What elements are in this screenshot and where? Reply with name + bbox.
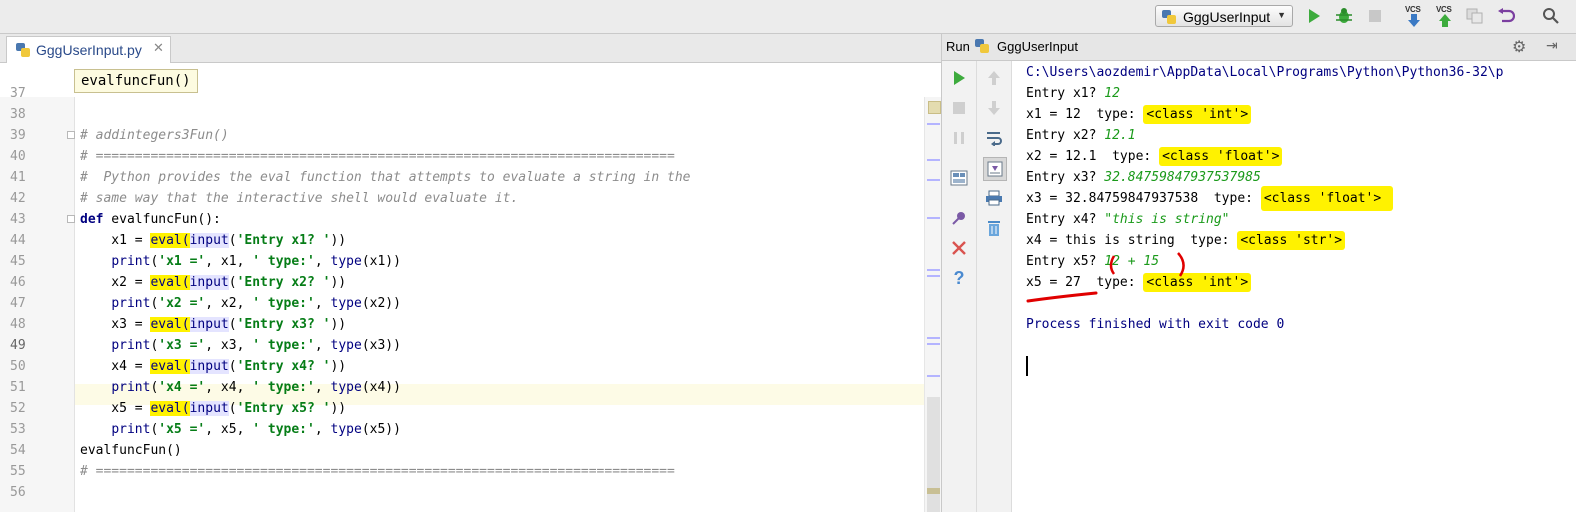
code-line-47: x3 = eval(input('Entry x3? ')) (80, 317, 347, 332)
scrollbar-thumb[interactable] (927, 397, 940, 512)
python-icon (1161, 9, 1177, 28)
vcs-label: VCS (1436, 5, 1452, 14)
annotation-open-bracket (1109, 255, 1116, 275)
python-icon (974, 38, 990, 57)
stop-icon[interactable] (948, 97, 970, 119)
code-line-46: print('x2 =', x2, ' type:', type(x2)) (111, 296, 401, 311)
compare-icon[interactable] (1464, 5, 1486, 27)
code-line-40: # Python provides the eval function that… (80, 170, 691, 185)
code-line-39: # ======================================… (80, 149, 675, 164)
main-toolbar: GggUserInput ▼ VCS VCS (0, 0, 1576, 34)
pin-tab-icon[interactable] (948, 207, 970, 229)
code-line-41: # same way that the interactive shell wo… (80, 191, 519, 206)
code-line-52: print('x5 =', x5, ' type:', type(x5)) (111, 422, 401, 437)
soft-wrap-icon[interactable] (983, 127, 1005, 149)
usage-marker[interactable] (927, 179, 940, 181)
layout-icon[interactable] (948, 167, 970, 189)
usage-marker[interactable] (927, 123, 940, 125)
help-icon[interactable]: ? (948, 267, 970, 289)
run-header: Run GggUserInput ⚙ ⇥ (942, 34, 1576, 61)
code-line-42: def evalfuncFun(): (80, 212, 221, 227)
run-configuration-select[interactable]: GggUserInput ▼ (1155, 5, 1293, 27)
usage-marker[interactable] (927, 217, 940, 219)
usage-marker[interactable] (927, 269, 940, 271)
run-actions-right (977, 61, 1012, 512)
code-area[interactable]: # addintegers3Fun() # ==================… (0, 34, 925, 512)
pause-icon[interactable] (948, 127, 970, 149)
console-output[interactable]: C:\Users\aozdemir\AppData\Local\Programs… (1026, 61, 1576, 512)
editor-scroll-markers[interactable] (924, 97, 942, 512)
print-icon[interactable] (983, 187, 1005, 209)
code-line-53: evalfuncFun() (80, 443, 182, 458)
red-annotation-marks (1026, 252, 1185, 303)
code-line-49: x4 = eval(input('Entry x4? ')) (80, 359, 347, 374)
code-line-45: x2 = eval(input('Entry x2? ')) (80, 275, 347, 290)
run-config-name: GggUserInput (997, 39, 1078, 54)
debug-icon[interactable] (1333, 5, 1355, 27)
usage-marker[interactable] (927, 275, 940, 277)
hide-panel-icon[interactable]: ⇥ (1546, 37, 1558, 54)
usage-marker[interactable] (927, 375, 940, 377)
revert-icon[interactable] (1495, 5, 1517, 27)
close-icon[interactable] (948, 237, 970, 259)
vcs-label: VCS (1405, 5, 1421, 14)
vcs-commit-icon[interactable]: VCS (1434, 3, 1456, 29)
run-actions-left: ? (942, 61, 977, 512)
search-icon[interactable] (1540, 5, 1562, 27)
code-line-38: # addintegers3Fun() (80, 128, 229, 143)
gear-icon[interactable]: ⚙ (1512, 37, 1526, 57)
run-configuration-name: GggUserInput (1183, 9, 1271, 25)
scroll-to-end-icon[interactable] (983, 157, 1007, 181)
code-line-54: # ======================================… (80, 464, 675, 479)
run-icon[interactable] (1303, 5, 1325, 27)
run-tool-window: Run GggUserInput ⚙ ⇥ ? C:\Users\aozdemir… (941, 34, 1576, 512)
usage-marker[interactable] (927, 343, 940, 345)
code-line-43: x1 = eval(input('Entry x1? ')) (80, 233, 347, 248)
annotation-close-bracket (1177, 252, 1185, 277)
breadcrumb-popup[interactable]: evalfuncFun() (74, 69, 198, 93)
code-line-51: x5 = eval(input('Entry x5? ')) (80, 401, 347, 416)
code-line-48: print('x3 =', x3, ' type:', type(x3)) (111, 338, 401, 353)
chevron-down-icon: ▼ (1277, 10, 1286, 20)
run-title: Run (946, 39, 970, 54)
scroll-up-icon[interactable] (983, 67, 1005, 89)
vcs-update-icon[interactable]: VCS (1403, 3, 1425, 29)
usage-marker[interactable] (927, 159, 940, 161)
code-line-50: print('x4 =', x4, ' type:', type(x4)) (111, 380, 401, 395)
stop-icon[interactable] (1364, 5, 1386, 27)
scroll-down-icon[interactable] (983, 97, 1005, 119)
caret-marker (927, 488, 940, 494)
usage-marker[interactable] (927, 337, 940, 339)
code-line-44: print('x1 =', x1, ' type:', type(x1)) (111, 254, 401, 269)
code-editor: GggUserInput.py ✕ 37 38 39 40 41 42 43 44 45 46 47… (0, 34, 942, 512)
trash-icon[interactable] (983, 217, 1005, 239)
annotation-underline (1026, 291, 1098, 303)
inspection-status-icon[interactable] (928, 101, 941, 114)
rerun-icon[interactable] (948, 67, 970, 89)
